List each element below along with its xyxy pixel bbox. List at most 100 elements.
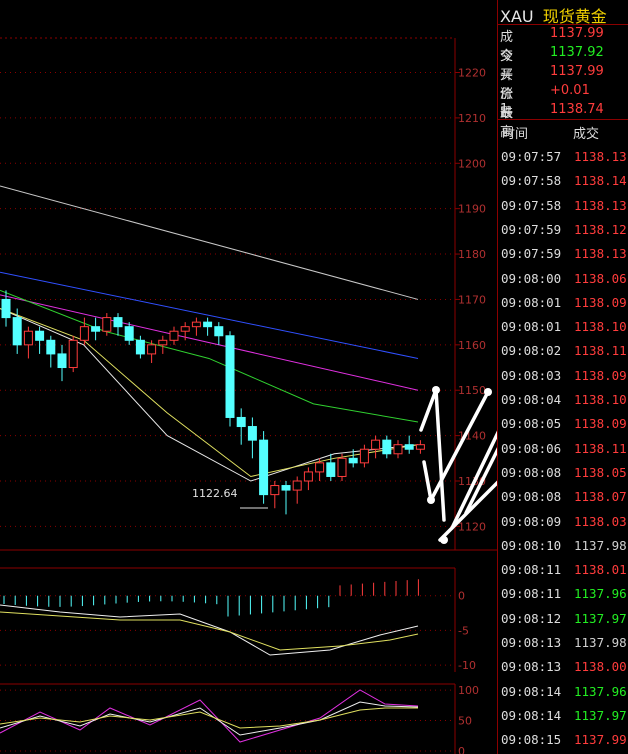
kdj-k-line <box>0 701 419 736</box>
trade-row: 09:08:10 1137.98 <box>501 535 628 559</box>
candle-body <box>303 471 313 482</box>
candle-body <box>415 444 425 450</box>
trade-time: 09:07:59 <box>501 246 562 262</box>
candle-body <box>225 335 235 418</box>
price-tick-label: 1210 <box>458 112 486 125</box>
candle-body <box>382 439 392 455</box>
divider <box>497 24 628 25</box>
candle-body <box>259 439 269 496</box>
trade-row: 09:07:59 1138.12 <box>501 219 628 243</box>
trade-row: 09:08:00 1138.06 <box>501 268 628 292</box>
trade-row: 09:07:57 1138.13 <box>501 146 628 170</box>
trade-time: 09:08:08 <box>501 489 562 505</box>
trade-time: 09:08:11 <box>501 586 562 602</box>
trade-time: 09:08:12 <box>501 610 562 626</box>
trade-price: 1138.11 <box>574 343 627 359</box>
trade-price: 1138.13 <box>574 197 627 213</box>
moving-average-line <box>0 294 419 391</box>
trade-price: 1138.09 <box>574 367 627 383</box>
candle-body <box>236 416 246 428</box>
trade-price: 1138.05 <box>574 464 627 480</box>
price-tick-label: 1150 <box>458 384 486 397</box>
trade-price: 1138.00 <box>574 659 627 675</box>
trade-price: 1137.97 <box>574 610 627 626</box>
trade-price: 1138.06 <box>574 270 627 286</box>
arrow-head <box>440 536 448 544</box>
chart-area[interactable]: 1220121012001190118011701160115011401130… <box>0 0 497 754</box>
candle-body <box>337 457 347 477</box>
price-tick-label: 1190 <box>458 203 486 216</box>
candle-body <box>57 353 67 369</box>
trade-row: 09:08:11 1137.96 <box>501 583 628 607</box>
trade-row: 09:07:58 1138.13 <box>501 195 628 219</box>
trade-row: 09:08:12 1137.97 <box>501 608 628 632</box>
trade-price: 1137.96 <box>574 586 627 602</box>
trade-time: 09:07:57 <box>501 149 562 164</box>
trades-header-price: 成交 <box>573 127 600 142</box>
trade-time: 09:07:58 <box>501 197 562 213</box>
price-tick-label: 1200 <box>458 157 486 170</box>
candle-body <box>124 326 134 341</box>
candle-body <box>292 480 302 491</box>
candle-body <box>191 321 201 328</box>
trade-price: 1137.98 <box>574 635 627 650</box>
quote-value: 1137.99 <box>550 26 604 41</box>
trade-row: 09:08:09 1138.03 <box>501 511 628 535</box>
trade-price: 1138.07 <box>574 489 627 505</box>
trade-price: 1137.99 <box>574 732 627 748</box>
trade-row: 09:08:01 1138.09 <box>501 292 628 316</box>
annotation-arrow <box>438 480 497 542</box>
kdj-tick-label: 100 <box>458 684 479 697</box>
candle-body <box>23 330 33 346</box>
trade-price: 1138.09 <box>574 294 627 310</box>
candle-body <box>102 317 112 332</box>
low-price-label: 1122.64 <box>192 487 238 500</box>
candle-body <box>113 317 123 328</box>
candle-body <box>68 339 78 369</box>
candle-body <box>348 457 358 464</box>
trade-time: 09:08:08 <box>501 464 562 480</box>
price-tick-label: 1180 <box>458 248 486 261</box>
trade-row: 09:08:03 1138.09 <box>501 365 628 389</box>
price-tick-label: 1120 <box>458 520 486 533</box>
trade-time: 09:08:15 <box>501 732 562 748</box>
candle-body <box>404 444 414 450</box>
trade-time: 09:08:05 <box>501 416 562 432</box>
trade-time: 09:08:14 <box>501 707 562 723</box>
candle-body <box>79 326 89 341</box>
moving-average-line <box>0 185 419 300</box>
trade-row: 09:08:02 1138.11 <box>501 340 628 364</box>
trade-time: 09:08:02 <box>501 343 562 359</box>
macd-tick-label: -10 <box>458 659 476 672</box>
candle-body <box>270 485 280 496</box>
trade-row: 09:08:08 1138.05 <box>501 462 628 486</box>
candle-body <box>135 339 145 355</box>
price-tick-label: 1170 <box>458 293 486 306</box>
candle-body <box>281 485 291 491</box>
candle-body <box>326 462 336 477</box>
candle-body <box>46 339 56 355</box>
trade-row: 09:08:14 1137.97 <box>501 705 628 729</box>
trade-price: 1138.12 <box>574 221 627 237</box>
kdj-tick-label: 50 <box>458 715 472 728</box>
trade-row: 09:08:11 1138.01 <box>501 559 628 583</box>
quote-panel: XAU 现货黄金 成交 1137.99 今开 1137.92 买价1 1137.99 涨跌 +… <box>497 0 628 754</box>
trade-time: 09:08:14 <box>501 683 562 699</box>
candle-body <box>12 317 22 346</box>
quote-value: 1137.99 <box>550 64 604 79</box>
trade-price: 1138.10 <box>574 392 627 407</box>
trade-row: 09:07:58 1138.14 <box>501 170 628 194</box>
trade-price: 1138.13 <box>574 246 627 262</box>
divider <box>497 119 628 120</box>
candle-body <box>35 330 45 341</box>
candle-body <box>214 326 224 337</box>
price-tick-label: 1220 <box>458 66 486 79</box>
candle-body <box>203 321 213 328</box>
trade-price: 1137.97 <box>574 707 627 723</box>
candle-body <box>169 330 179 341</box>
candle-body <box>247 426 257 441</box>
trade-time: 09:08:01 <box>501 319 562 335</box>
trade-row: 09:08:08 1138.07 <box>501 486 628 510</box>
trade-row: 09:08:04 1138.10 <box>501 389 628 413</box>
quote-value: +0.01 <box>550 83 590 98</box>
